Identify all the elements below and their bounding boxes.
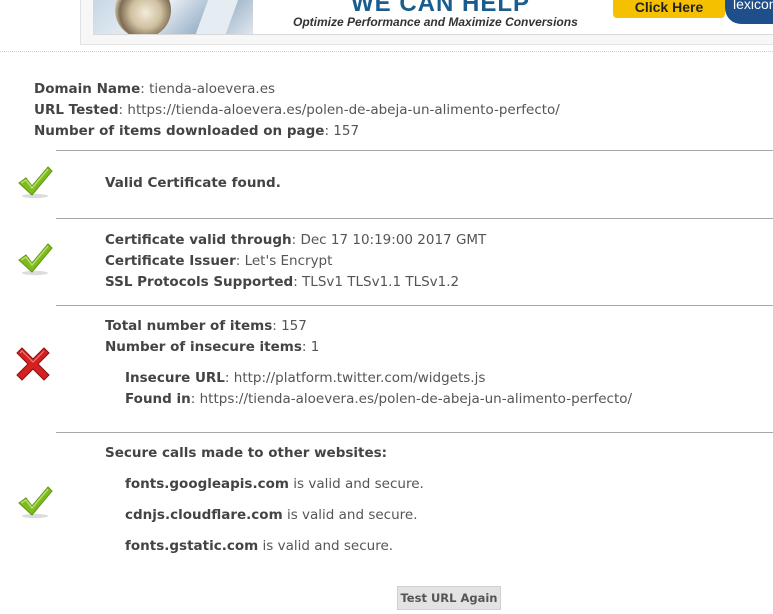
ad-banner-frame: WE CAN HELP Optimize Performance and Max… [80,0,773,45]
cross-icon [16,347,50,381]
found-in-value: https://tienda-aloevera.es/polen-de-abej… [199,391,633,407]
check-icon [18,166,53,199]
domain-row: Domain Name: tienda-aloevera.es [34,81,276,97]
issuer-label: Certificate Issuer [105,253,236,269]
certificate-section: Valid Certificate found. [105,173,281,194]
divider [0,51,773,52]
secure-calls-heading: Secure calls made to other websites: [105,445,388,461]
insecure-items-section: Total number of items: 157 Number of ins… [105,316,632,410]
section-divider [56,150,773,151]
ad-decor [195,0,241,34]
items-row: Number of items downloaded on page: 157 [34,123,360,139]
found-in-row: Found in: https://tienda-aloevera.es/pol… [125,391,633,407]
snail-shell-image [115,0,171,34]
check-icon [18,243,53,276]
certificate-found-text: Valid Certificate found. [105,175,281,191]
test-url-again-button[interactable]: Test URL Again [397,586,501,610]
secure-calls-section: Secure calls made to other websites: fon… [105,443,424,557]
section-divider [56,218,773,219]
ad-logo: lexiconn [733,0,773,12]
secure-site-name: cdnjs.cloudflare.com [125,507,283,523]
secure-site-row: fonts.gstatic.com is valid and secure. [105,536,424,557]
valid-through-label: Certificate valid through [105,232,292,248]
secure-site-row: cdnjs.cloudflare.com is valid and secure… [105,505,424,526]
insecure-items-label: Number of insecure items [105,339,302,355]
insecure-items-value: 1 [310,339,320,355]
section-divider [56,432,773,433]
issuer-row: Certificate Issuer: Let's Encrypt [105,253,333,269]
domain-label: Domain Name [34,81,141,97]
total-items-value: 157 [281,318,307,334]
url-row: URL Tested: https://tienda-aloevera.es/p… [34,102,560,118]
secure-site-status: is valid and secure. [293,476,424,492]
ad-tagline: Optimize Performance and Maximize Conver… [293,15,578,29]
protocols-value: TLSv1 TLSv1.1 TLSv1.2 [302,274,460,290]
ad-banner[interactable]: WE CAN HELP Optimize Performance and Max… [93,0,773,35]
items-value: 157 [333,123,360,139]
insecure-url-row: Insecure URL: http://platform.twitter.co… [125,370,486,386]
total-items-label: Total number of items [105,318,273,334]
valid-through-row: Certificate valid through: Dec 17 10:19:… [105,232,487,248]
check-icon [18,486,53,519]
insecure-items-row: Number of insecure items: 1 [105,339,320,355]
secure-site-name: fonts.gstatic.com [125,538,259,554]
ad-image [93,0,253,34]
certificate-details: Certificate valid through: Dec 17 10:19:… [105,230,486,293]
section-divider [56,305,773,306]
secure-site-row: fonts.googleapis.com is valid and secure… [105,474,424,495]
protocols-row: SSL Protocols Supported: TLSv1 TLSv1.1 T… [105,274,460,290]
domain-value: tienda-aloevera.es [149,81,276,97]
found-in-label: Found in [125,391,191,407]
insecure-url-label: Insecure URL [125,370,225,386]
ad-click-here-button[interactable]: Click Here [613,0,725,18]
url-label: URL Tested [34,102,119,118]
valid-through-value: Dec 17 10:19:00 2017 GMT [300,232,487,248]
issuer-value: Let's Encrypt [244,253,333,269]
protocols-label: SSL Protocols Supported [105,274,294,290]
scan-summary: Domain Name: tienda-aloevera.es URL Test… [34,79,560,142]
url-value: https://tienda-aloevera.es/polen-de-abej… [127,102,560,118]
secure-site-status: is valid and secure. [286,507,418,523]
secure-site-name: fonts.googleapis.com [125,476,289,492]
total-items-row: Total number of items: 157 [105,318,307,334]
insecure-url-value: http://platform.twitter.com/widgets.js [233,370,486,386]
secure-site-status: is valid and secure. [262,538,394,554]
items-label: Number of items downloaded on page [34,123,325,139]
